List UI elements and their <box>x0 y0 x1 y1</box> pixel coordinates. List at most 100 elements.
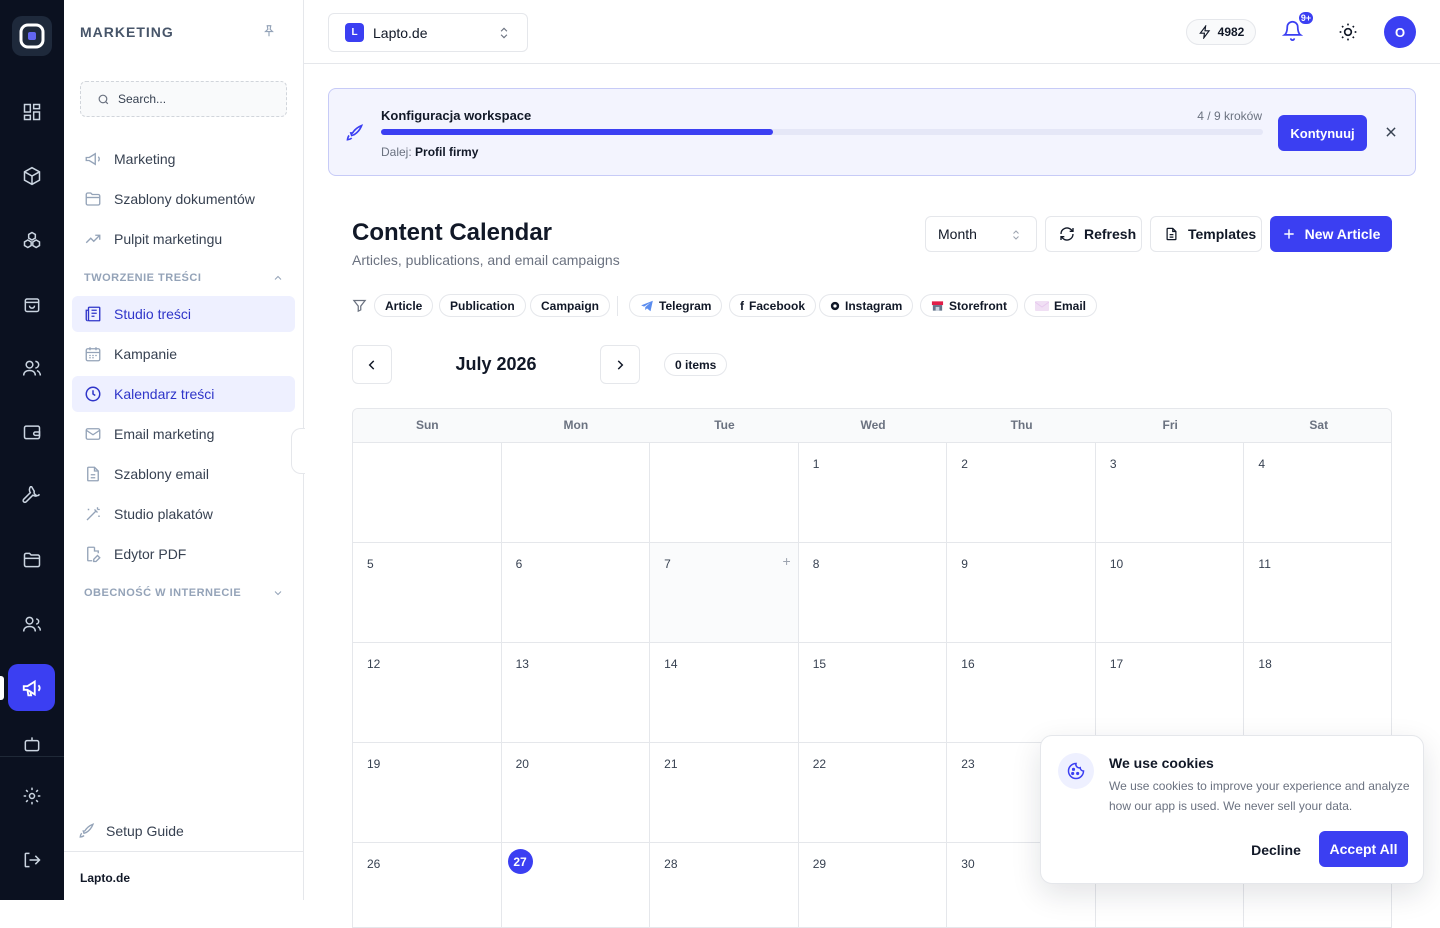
calendar-day-cell[interactable]: 12 <box>353 643 502 743</box>
new-article-button[interactable]: New Article <box>1270 216 1392 252</box>
filter-chip-publication[interactable]: Publication <box>439 294 526 317</box>
calendar-day-cell[interactable]: 14 <box>650 643 799 743</box>
templates-button[interactable]: Templates <box>1150 216 1262 252</box>
date-number: 23 <box>961 757 975 771</box>
credits-badge[interactable]: 4982 <box>1186 19 1256 45</box>
wallet-icon[interactable] <box>12 412 52 452</box>
calendar-day-cell[interactable]: 4 <box>1244 443 1391 543</box>
previous-month-button[interactable] <box>352 345 392 384</box>
sidebar-item-document-templates[interactable]: Szablony dokumentów <box>72 181 295 217</box>
accept-all-cookies-button[interactable]: Accept All <box>1319 831 1408 867</box>
filter-chip-storefront[interactable]: Storefront <box>920 294 1018 317</box>
megaphone-icon[interactable] <box>8 664 55 711</box>
sun-icon[interactable] <box>1338 22 1358 42</box>
sidebar-item-campaigns[interactable]: Kampanie <box>72 336 295 372</box>
next-month-button[interactable] <box>600 345 640 384</box>
filter-chip-telegram[interactable]: Telegram <box>629 294 723 317</box>
robot-icon[interactable] <box>12 734 52 754</box>
calendar-day-cell[interactable]: 8 <box>798 543 948 643</box>
calendar-day-cell[interactable]: 28 <box>650 843 799 927</box>
filter-chip-article[interactable]: Article <box>374 294 434 317</box>
calendar-day-cell[interactable] <box>501 443 651 543</box>
logout-icon[interactable] <box>12 840 52 880</box>
folder-icon <box>84 190 102 208</box>
date-number: 10 <box>1109 557 1124 571</box>
date-number: 18 <box>1258 657 1272 671</box>
setup-guide-link[interactable]: Setup Guide <box>78 822 184 840</box>
calendar-day-cell[interactable]: 11 <box>1244 543 1391 643</box>
chevron-right-icon <box>613 358 627 372</box>
calendar-day-cell[interactable]: 6 <box>501 543 651 643</box>
date-number: 22 <box>812 757 827 771</box>
sidebar-item-poster-studio[interactable]: Studio plakatów <box>72 496 295 532</box>
calendar-day-cell[interactable]: 7 + <box>650 543 799 643</box>
calendar-day-cell[interactable]: 1 <box>798 443 948 543</box>
sidebar-item-email-templates[interactable]: Szablony email <box>72 456 295 492</box>
users-icon[interactable] <box>12 348 52 388</box>
team-icon[interactable] <box>12 604 52 644</box>
calendar-day-cell[interactable]: 20 <box>501 743 651 843</box>
sidebar-item-email-marketing[interactable]: Email marketing <box>72 416 295 452</box>
package-icon[interactable] <box>12 156 52 196</box>
calendar-day-cell[interactable]: 27 <box>501 843 651 927</box>
sidebar-item-content-calendar[interactable]: Kalendarz treści <box>72 376 295 412</box>
calendar-day-cell[interactable]: 19 <box>353 743 502 843</box>
weekday-label: Sun <box>415 418 439 432</box>
calendar-day-cell[interactable]: 16 <box>947 643 1096 743</box>
calendar-day-cell[interactable]: 17 <box>1095 643 1245 743</box>
calendar-day-cell[interactable] <box>353 443 502 543</box>
calendar-day-cell[interactable]: 21 <box>650 743 799 843</box>
settings-icon[interactable] <box>12 776 52 816</box>
chevron-down-icon <box>272 587 284 599</box>
filter-chip-instagram[interactable]: Instagram <box>819 294 914 317</box>
add-item-icon[interactable]: + <box>783 553 791 569</box>
email-icon <box>1035 300 1049 311</box>
sidebar-item-content-studio[interactable]: Studio treści <box>72 296 295 332</box>
sidebar-group-label: OBECNOŚĆ W INTERNECIE <box>84 587 242 599</box>
workspace-badge: L <box>345 23 364 42</box>
shop-bag-icon[interactable] <box>12 284 52 324</box>
refresh-button[interactable]: Refresh <box>1045 216 1142 252</box>
sidebar-item-pdf-editor[interactable]: Edytor PDF <box>72 536 295 572</box>
wrench-icon[interactable] <box>12 476 52 516</box>
calendar-day-cell[interactable]: 26 <box>353 843 502 927</box>
instagram-icon <box>830 301 840 311</box>
decline-cookies-button[interactable]: Decline <box>1240 832 1312 868</box>
sidebar-group-content-creation[interactable]: TWORZENIE TREŚCI <box>84 272 284 284</box>
new-article-label: New Article <box>1304 226 1381 242</box>
filter-chip-facebook[interactable]: f Facebook <box>729 294 817 317</box>
setup-next-step: Dalej: Profil firmy <box>381 145 478 159</box>
current-month-label: July 2026 <box>455 354 537 374</box>
filter-chip-campaign[interactable]: Campaign <box>530 294 611 317</box>
filter-chip-email[interactable]: Email <box>1024 294 1098 317</box>
calendar-day-cell[interactable]: 18 <box>1244 643 1391 743</box>
dashboard-icon[interactable] <box>12 92 52 132</box>
calendar-day-cell[interactable]: 13 <box>501 643 651 743</box>
calendar-day-cell[interactable]: 29 <box>798 843 948 927</box>
pin-icon[interactable] <box>262 24 276 38</box>
close-icon[interactable] <box>1384 125 1398 139</box>
sidebar-collapse-handle[interactable] <box>291 428 305 474</box>
calendar-day-cell[interactable] <box>650 443 799 543</box>
modules-icon[interactable] <box>12 220 52 260</box>
calendar-day-cell[interactable]: 9 <box>947 543 1096 643</box>
calendar-day-cell[interactable]: 10 <box>1095 543 1245 643</box>
calendar-day-cell[interactable]: 22 <box>798 743 948 843</box>
avatar[interactable]: O <box>1384 16 1416 48</box>
templates-label: Templates <box>1188 226 1257 242</box>
sidebar-group-web-presence[interactable]: OBECNOŚĆ W INTERNECIE <box>84 587 284 599</box>
view-mode-select[interactable]: Month <box>925 216 1037 252</box>
logo-icon[interactable] <box>12 16 52 56</box>
sidebar-item-marketing-dashboard[interactable]: Pulpit marketingu <box>72 221 295 257</box>
sidebar-item-marketing[interactable]: Marketing <box>72 141 295 177</box>
calendar-day-cell[interactable]: 5 <box>353 543 502 643</box>
calendar-day-cell[interactable]: 2 <box>947 443 1096 543</box>
chip-label: Email <box>1054 298 1087 313</box>
folder-icon[interactable] <box>12 540 52 580</box>
sidebar-search[interactable]: Search... <box>80 81 287 117</box>
calendar-day-cell[interactable]: 15 <box>798 643 948 743</box>
rocket-icon <box>345 123 365 143</box>
calendar-day-cell[interactable]: 3 <box>1095 443 1245 543</box>
workspace-select[interactable]: L Lapto.de <box>328 13 528 52</box>
continue-button[interactable]: Kontynuuj <box>1278 115 1367 151</box>
